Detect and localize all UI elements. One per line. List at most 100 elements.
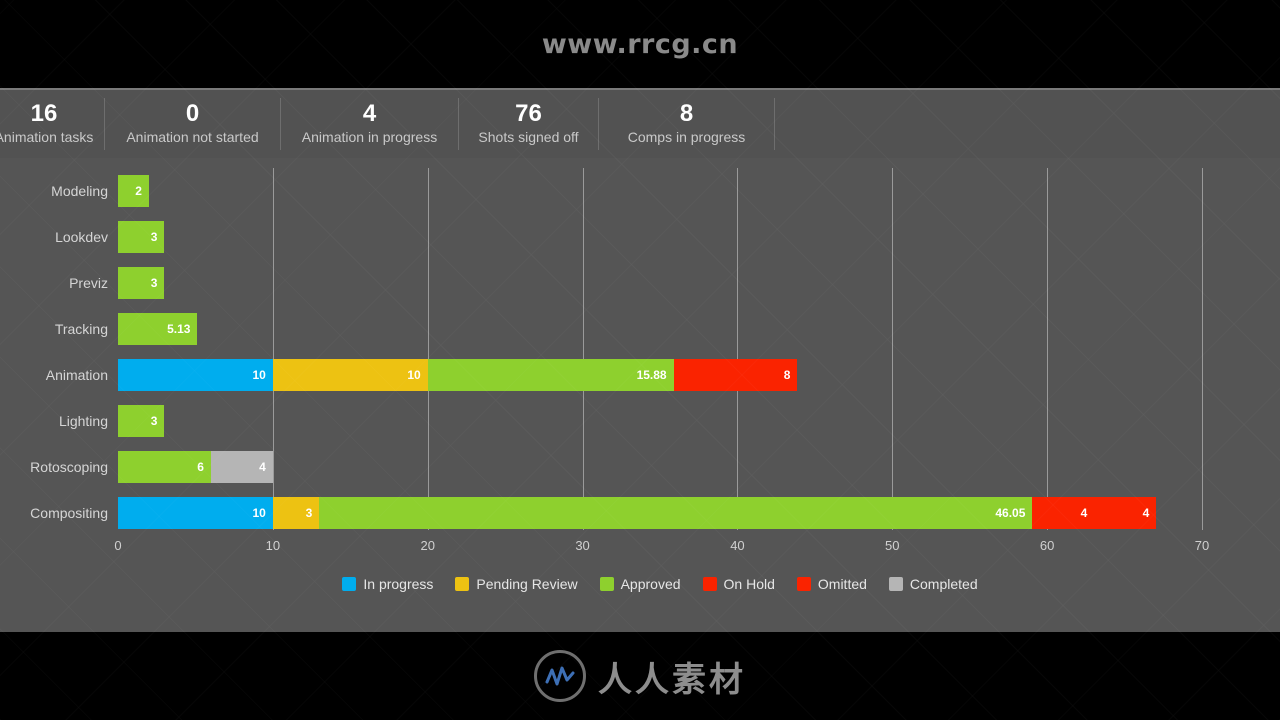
bar-segment-value: 3	[150, 230, 158, 244]
legend-item[interactable]: Approved	[599, 576, 681, 592]
chart-row-label: Rotoscoping	[30, 459, 108, 475]
stat-value: 4	[362, 100, 377, 127]
legend-label: Omitted	[817, 576, 867, 592]
bar-segment[interactable]: 4	[210, 451, 273, 483]
bar-segment[interactable]: 6	[118, 451, 211, 483]
legend-item[interactable]: Omitted	[796, 576, 867, 592]
bar-segment-value: 10	[252, 368, 266, 382]
legend-swatch-icon	[342, 577, 357, 591]
bar-segment[interactable]: 10	[118, 497, 273, 529]
axis-tick-label: 60	[1039, 538, 1055, 553]
bottom-watermark-band: 人人素材	[0, 632, 1280, 720]
site-watermark-text: www.rrcg.cn	[541, 28, 739, 60]
chart-legend: In progress Pending Review Approved On Hold…	[118, 576, 1202, 592]
stat-label: Comps in progress	[627, 129, 746, 145]
bar-segment-value: 2	[135, 184, 142, 198]
legend-label: Pending Review	[476, 576, 578, 592]
summary-stats-bar: 16 Animation tasks 0 Animation not started 4…	[0, 90, 1280, 158]
chart-row[interactable]: Lookdev 3	[55, 214, 1202, 260]
bar-segment[interactable]: 10	[272, 359, 428, 391]
bar-segment-value: 15.88	[636, 368, 667, 382]
stacked-bar[interactable]: 10 10 15.88 8	[118, 359, 798, 391]
brand-watermark-text: 人人素材	[598, 659, 746, 700]
legend-item[interactable]: On Hold	[702, 576, 775, 592]
bar-segment[interactable]: 10	[118, 359, 273, 391]
stat-value: 16	[30, 100, 58, 127]
bar-segment[interactable]: 2	[118, 175, 149, 207]
chart-row[interactable]: Rotoscoping 6 4	[30, 444, 1202, 490]
brand-logo-icon	[534, 650, 586, 702]
stat-value: 76	[515, 100, 542, 127]
chart-row-label: Modeling	[51, 183, 108, 199]
bar-segment[interactable]: 15.88	[427, 359, 674, 391]
legend-item[interactable]: Completed	[888, 576, 978, 592]
chart-row[interactable]: Animation 10 10 15.88 8	[46, 352, 1202, 398]
axis-tick-label: 50	[885, 538, 900, 553]
bar-segment-value: 3	[150, 414, 158, 428]
bar-segment-value: 3	[305, 506, 313, 520]
chart-row[interactable]: Lighting 3	[59, 398, 1202, 444]
dashboard-panel: 16 Animation tasks 0 Animation not started 4…	[0, 88, 1280, 632]
stat-card[interactable]: 8 Comps in progress	[599, 98, 775, 150]
stat-card[interactable]: 0 Animation not started	[105, 98, 281, 150]
task-status-chart: Modeling 2 Lookdev 3 Previz 3 Tracking 5.13 Anim…	[0, 158, 1280, 634]
bar-segment-value: 10	[252, 506, 266, 520]
bar-segment[interactable]: 3	[118, 267, 165, 299]
chart-x-axis: 0 10 20 30 40 50 60 70	[114, 538, 1209, 562]
bar-segment[interactable]: 3	[118, 405, 165, 437]
legend-label: On Hold	[723, 576, 775, 592]
bar-segment-value: 46.05	[995, 506, 1026, 520]
stat-label: Animation tasks	[0, 129, 94, 145]
bar-segment[interactable]: 3	[272, 497, 320, 529]
bar-segment-value: 8	[783, 368, 791, 382]
chart-row[interactable]: Modeling 2	[51, 168, 1202, 214]
bar-segment-value: 10	[407, 368, 421, 382]
stacked-bar[interactable]: 10 3 46.05 4 4	[118, 497, 1157, 529]
legend-swatch-icon	[599, 577, 614, 591]
bar-segment[interactable]: 8	[673, 359, 798, 391]
stacked-bar[interactable]: 3	[118, 221, 165, 253]
stat-card[interactable]: 76 Shots signed off	[459, 98, 599, 150]
bar-segment-value: 4	[1080, 506, 1088, 520]
bar-segment-value: 4	[1142, 506, 1150, 520]
top-watermark-band: www.rrcg.cn	[0, 0, 1280, 88]
axis-tick-label: 70	[1194, 538, 1210, 553]
bar-segment-value: 5.13	[167, 322, 191, 336]
axis-tick-label: 40	[730, 538, 745, 553]
stat-label: Shots signed off	[478, 129, 579, 145]
bar-segment-value: 3	[150, 276, 158, 290]
stacked-bar[interactable]: 64	[118, 451, 273, 483]
bar-segment[interactable]: 3	[118, 221, 165, 253]
legend-label: Approved	[620, 576, 681, 592]
chart-row[interactable]: Tracking 5.13	[55, 306, 1202, 352]
chart-row[interactable]: Previz 3	[69, 260, 1202, 306]
chart-row-label: Lookdev	[55, 229, 108, 245]
stacked-bar[interactable]: 5.13	[118, 313, 198, 345]
legend-item[interactable]: In progress	[342, 576, 433, 592]
chart-row-label: Lighting	[58, 413, 108, 429]
legend-item[interactable]: Pending Review	[455, 576, 578, 592]
stacked-bar[interactable]: 2	[118, 175, 149, 207]
chart-row-label: Previz	[69, 275, 108, 291]
legend-swatch-icon	[702, 577, 717, 591]
stat-card[interactable]: 16 Animation tasks	[0, 98, 105, 150]
legend-swatch-icon	[796, 577, 811, 591]
bar-segment[interactable]: 4	[1032, 497, 1095, 529]
legend-swatch-icon	[455, 577, 470, 591]
bar-segment[interactable]: 5.13	[118, 313, 198, 345]
chart-bar-rows: Modeling 2 Lookdev 3 Previz 3 Tracking 5.13 Anim…	[30, 168, 1202, 536]
bar-segment[interactable]: 46.05	[319, 497, 1033, 529]
stat-card[interactable]: 4 Animation in progress	[281, 98, 459, 150]
axis-tick-label: 30	[575, 538, 590, 553]
bar-segment-value: 6	[197, 460, 204, 474]
axis-tick-label: 10	[265, 538, 281, 553]
stacked-bar[interactable]: 3	[118, 267, 165, 299]
stat-value: 8	[679, 100, 694, 127]
stacked-bar[interactable]: 3	[118, 405, 165, 437]
legend-label: Completed	[909, 576, 978, 592]
bar-segment[interactable]: 4	[1094, 497, 1157, 529]
axis-tick-label: 0	[114, 538, 122, 553]
bar-segment-value: 4	[259, 460, 266, 474]
chart-plot-area: Modeling 2 Lookdev 3 Previz 3 Tracking 5.13 Anim…	[30, 168, 1209, 618]
chart-row[interactable]: Compositing 10 3 46.05 4 4	[30, 490, 1202, 536]
